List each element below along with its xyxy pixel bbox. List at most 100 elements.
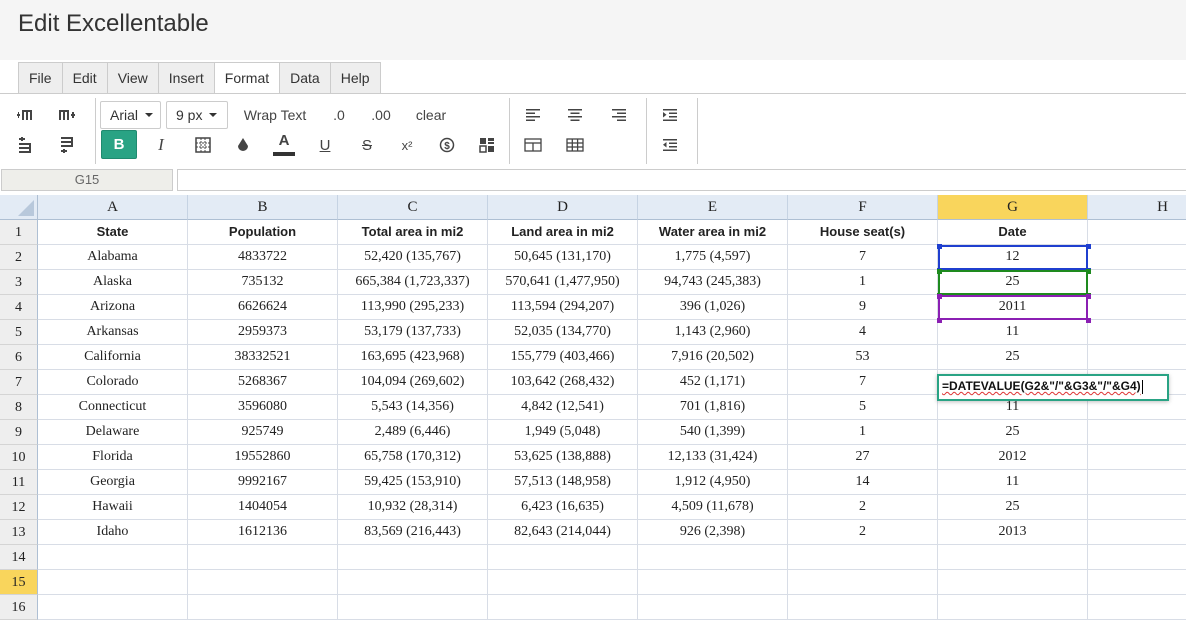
menu-data[interactable]: Data — [280, 63, 331, 94]
cell-h13[interactable] — [1088, 520, 1186, 545]
row-header-8[interactable]: 8 — [0, 395, 38, 420]
increase-decimal-button[interactable]: .00 — [364, 104, 398, 126]
cell-a3[interactable]: Alaska — [38, 270, 188, 295]
cell-g1[interactable]: Date — [938, 220, 1088, 245]
cell-f16[interactable] — [788, 595, 938, 620]
row-header-1[interactable]: 1 — [0, 220, 38, 245]
menu-view[interactable]: View — [107, 63, 159, 94]
cell-g3[interactable]: 25 — [938, 270, 1088, 295]
cell-c11[interactable]: 59,425 (153,910) — [338, 470, 488, 495]
cell-b12[interactable]: 1404054 — [188, 495, 338, 520]
row-header-10[interactable]: 10 — [0, 445, 38, 470]
row-header-5[interactable]: 5 — [0, 320, 38, 345]
cell-g6[interactable]: 25 — [938, 345, 1088, 370]
menu-edit[interactable]: Edit — [62, 63, 108, 94]
cell-d6[interactable]: 155,779 (403,466) — [488, 345, 638, 370]
merge-cells-icon[interactable] — [522, 134, 544, 156]
row-header-16[interactable]: 16 — [0, 595, 38, 620]
borders-icon[interactable] — [192, 134, 214, 156]
column-header-g[interactable]: G — [938, 195, 1088, 220]
cell-h15[interactable] — [1088, 570, 1186, 595]
row-header-13[interactable]: 13 — [0, 520, 38, 545]
column-header-c[interactable]: C — [338, 195, 488, 220]
row-header-7[interactable]: 7 — [0, 370, 38, 395]
cell-d15[interactable] — [488, 570, 638, 595]
cell-g10[interactable]: 2012 — [938, 445, 1088, 470]
cell-g4[interactable]: 2011 — [938, 295, 1088, 320]
font-family-dropdown[interactable]: Arial — [100, 101, 161, 129]
cell-d9[interactable]: 1,949 (5,048) — [488, 420, 638, 445]
formula-input[interactable] — [177, 169, 1186, 191]
clear-format-button[interactable]: clear — [412, 104, 450, 126]
cell-e5[interactable]: 1,143 (2,960) — [638, 320, 788, 345]
row-header-14[interactable]: 14 — [0, 545, 38, 570]
cell-f13[interactable]: 2 — [788, 520, 938, 545]
cell-f2[interactable]: 7 — [788, 245, 938, 270]
italic-button[interactable]: I — [150, 134, 172, 156]
cell-a2[interactable]: Alabama — [38, 245, 188, 270]
row-header-12[interactable]: 12 — [0, 495, 38, 520]
cell-b1[interactable]: Population — [188, 220, 338, 245]
insert-row-above-icon[interactable] — [14, 134, 36, 156]
column-header-d[interactable]: D — [488, 195, 638, 220]
cell-f14[interactable] — [788, 545, 938, 570]
row-header-6[interactable]: 6 — [0, 345, 38, 370]
cell-b7[interactable]: 5268367 — [188, 370, 338, 395]
cell-a10[interactable]: Florida — [38, 445, 188, 470]
cell-h1[interactable] — [1088, 220, 1186, 245]
cell-b6[interactable]: 38332521 — [188, 345, 338, 370]
cell-h4[interactable] — [1088, 295, 1186, 320]
decrease-decimal-button[interactable]: .0 — [326, 104, 352, 126]
insert-column-left-icon[interactable] — [14, 104, 36, 126]
cell-g13[interactable]: 2013 — [938, 520, 1088, 545]
cell-c5[interactable]: 53,179 (137,733) — [338, 320, 488, 345]
cell-a11[interactable]: Georgia — [38, 470, 188, 495]
insert-row-below-icon[interactable] — [56, 134, 78, 156]
cell-g14[interactable] — [938, 545, 1088, 570]
cell-f3[interactable]: 1 — [788, 270, 938, 295]
cell-a12[interactable]: Hawaii — [38, 495, 188, 520]
cell-g12[interactable]: 25 — [938, 495, 1088, 520]
increase-indent-icon[interactable] — [659, 104, 681, 126]
cell-editor[interactable]: =DATEVALUE(G2&"/"&G3&"/"&G4) — [937, 374, 1169, 401]
column-header-f[interactable]: F — [788, 195, 938, 220]
cell-h6[interactable] — [1088, 345, 1186, 370]
cell-c1[interactable]: Total area in mi2 — [338, 220, 488, 245]
cell-e15[interactable] — [638, 570, 788, 595]
strikethrough-button[interactable]: S — [356, 134, 378, 156]
cell-e11[interactable]: 1,912 (4,950) — [638, 470, 788, 495]
cell-b4[interactable]: 6626624 — [188, 295, 338, 320]
cell-b8[interactable]: 3596080 — [188, 395, 338, 420]
cell-e13[interactable]: 926 (2,398) — [638, 520, 788, 545]
cell-g16[interactable] — [938, 595, 1088, 620]
cell-h11[interactable] — [1088, 470, 1186, 495]
cell-b11[interactable]: 9992167 — [188, 470, 338, 495]
cell-e3[interactable]: 94,743 (245,383) — [638, 270, 788, 295]
cell-d1[interactable]: Land area in mi2 — [488, 220, 638, 245]
cell-g9[interactable]: 25 — [938, 420, 1088, 445]
underline-button[interactable]: U — [314, 134, 336, 156]
cell-f8[interactable]: 5 — [788, 395, 938, 420]
cell-a7[interactable]: Colorado — [38, 370, 188, 395]
cell-f15[interactable] — [788, 570, 938, 595]
cell-a9[interactable]: Delaware — [38, 420, 188, 445]
cell-e2[interactable]: 1,775 (4,597) — [638, 245, 788, 270]
cell-f10[interactable]: 27 — [788, 445, 938, 470]
cell-d4[interactable]: 113,594 (294,207) — [488, 295, 638, 320]
menu-file[interactable]: File — [19, 63, 63, 94]
column-header-h[interactable]: H — [1088, 195, 1186, 220]
cell-f5[interactable]: 4 — [788, 320, 938, 345]
row-header-11[interactable]: 11 — [0, 470, 38, 495]
table-grid-icon[interactable] — [564, 134, 586, 156]
cell-d16[interactable] — [488, 595, 638, 620]
fill-color-icon[interactable] — [232, 134, 254, 156]
cell-e16[interactable] — [638, 595, 788, 620]
row-header-3[interactable]: 3 — [0, 270, 38, 295]
cell-e10[interactable]: 12,133 (31,424) — [638, 445, 788, 470]
cell-b13[interactable]: 1612136 — [188, 520, 338, 545]
cell-e8[interactable]: 701 (1,816) — [638, 395, 788, 420]
cell-f7[interactable]: 7 — [788, 370, 938, 395]
cell-c13[interactable]: 83,569 (216,443) — [338, 520, 488, 545]
insert-column-right-icon[interactable] — [56, 104, 78, 126]
cell-f6[interactable]: 53 — [788, 345, 938, 370]
